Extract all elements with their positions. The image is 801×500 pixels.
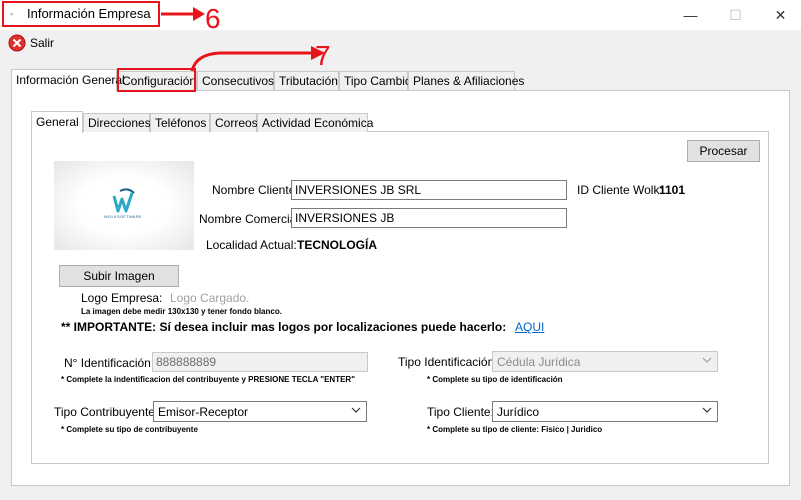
chevron-down-icon — [702, 407, 712, 413]
id-type-select[interactable]: Cédula Jurídica — [492, 351, 718, 372]
annotation-arrow-7 — [190, 46, 325, 72]
trade-name-label: Nombre Comercial: — [199, 212, 303, 226]
logo-brand-text: WOLKSOFTWARE — [104, 214, 142, 219]
maximize-button[interactable]: ☐ — [713, 0, 758, 30]
tab-tipo-cambio[interactable]: Tipo Cambio — [339, 71, 412, 90]
minimize-button[interactable]: — — [668, 0, 713, 30]
taxpayer-type-label: Tipo Contribuyente: — [54, 405, 159, 419]
client-id-value: 1101 — [659, 183, 686, 197]
client-type-label: Tipo Cliente: — [427, 405, 494, 419]
chevron-down-icon — [702, 357, 712, 363]
important-note: ** IMPORTANTE: Sí desea incluir mas logo… — [61, 320, 507, 334]
annotation-box-title — [2, 1, 160, 27]
taxpayer-type-value: Emisor-Receptor — [158, 405, 249, 419]
taxpayer-type-hint: * Complete su tipo de contribuyente — [61, 425, 198, 434]
exit-label: Salir — [30, 36, 55, 50]
close-button[interactable]: ✕ — [758, 0, 801, 30]
wolk-logo-icon — [112, 188, 135, 213]
tab-actividad-economica[interactable]: Actividad Económica — [257, 113, 373, 132]
client-type-select[interactable]: Jurídico — [492, 401, 718, 422]
identification-label: N° Identificación: — [64, 356, 155, 370]
annotation-number-6: 6 — [205, 3, 221, 34]
client-name-input[interactable]: INVERSIONES JB SRL — [291, 180, 567, 200]
id-type-value: Cédula Jurídica — [497, 355, 581, 369]
tab-general[interactable]: General — [31, 111, 83, 133]
exit-button[interactable]: Salir — [8, 34, 54, 52]
process-button[interactable]: Procesar — [687, 140, 760, 162]
annotation-box-configuracion — [117, 68, 196, 92]
client-name-label: Nombre Cliente: — [212, 183, 299, 197]
close-circle-icon — [8, 34, 26, 52]
upload-image-button[interactable]: Subir Imagen — [59, 265, 179, 287]
trade-name-input[interactable]: INVERSIONES JB — [291, 208, 567, 228]
identification-input[interactable]: 888888889 — [152, 352, 368, 372]
annotation-arrow-6 — [161, 7, 205, 21]
tab-correos[interactable]: Correos — [210, 113, 258, 132]
locality-label: Localidad Actual: — [206, 238, 297, 252]
taxpayer-type-select[interactable]: Emisor-Receptor — [153, 401, 367, 422]
logo-size-hint: La imagen debe medir 130x130 y tener fon… — [81, 307, 282, 316]
tab-planes-afiliaciones[interactable]: Planes & Afiliaciones — [408, 71, 524, 90]
identification-hint: * Complete la indentificacion del contri… — [61, 375, 355, 384]
id-type-hint: * Complete su tipo de identificación — [427, 375, 563, 384]
more-logos-link[interactable]: AQUI — [515, 320, 544, 334]
logo-label: Logo Empresa: — [81, 291, 163, 305]
chevron-down-icon — [351, 407, 361, 413]
client-id-label: ID Cliente Wolk: — [577, 183, 663, 197]
logo-status: Logo Cargado. — [170, 291, 250, 305]
client-type-hint: * Complete su tipo de cliente: Fisico | … — [427, 425, 603, 434]
client-type-value: Jurídico — [497, 405, 540, 419]
id-type-label: Tipo Identificación: — [398, 355, 498, 369]
locality-value: TECNOLOGÍA — [297, 238, 377, 252]
company-logo-image: WOLKSOFTWARE — [54, 161, 194, 250]
tab-informacion-general[interactable]: Información General — [11, 69, 125, 91]
tab-direcciones[interactable]: Direcciones — [83, 113, 151, 132]
tab-telefonos[interactable]: Teléfonos — [150, 113, 210, 132]
